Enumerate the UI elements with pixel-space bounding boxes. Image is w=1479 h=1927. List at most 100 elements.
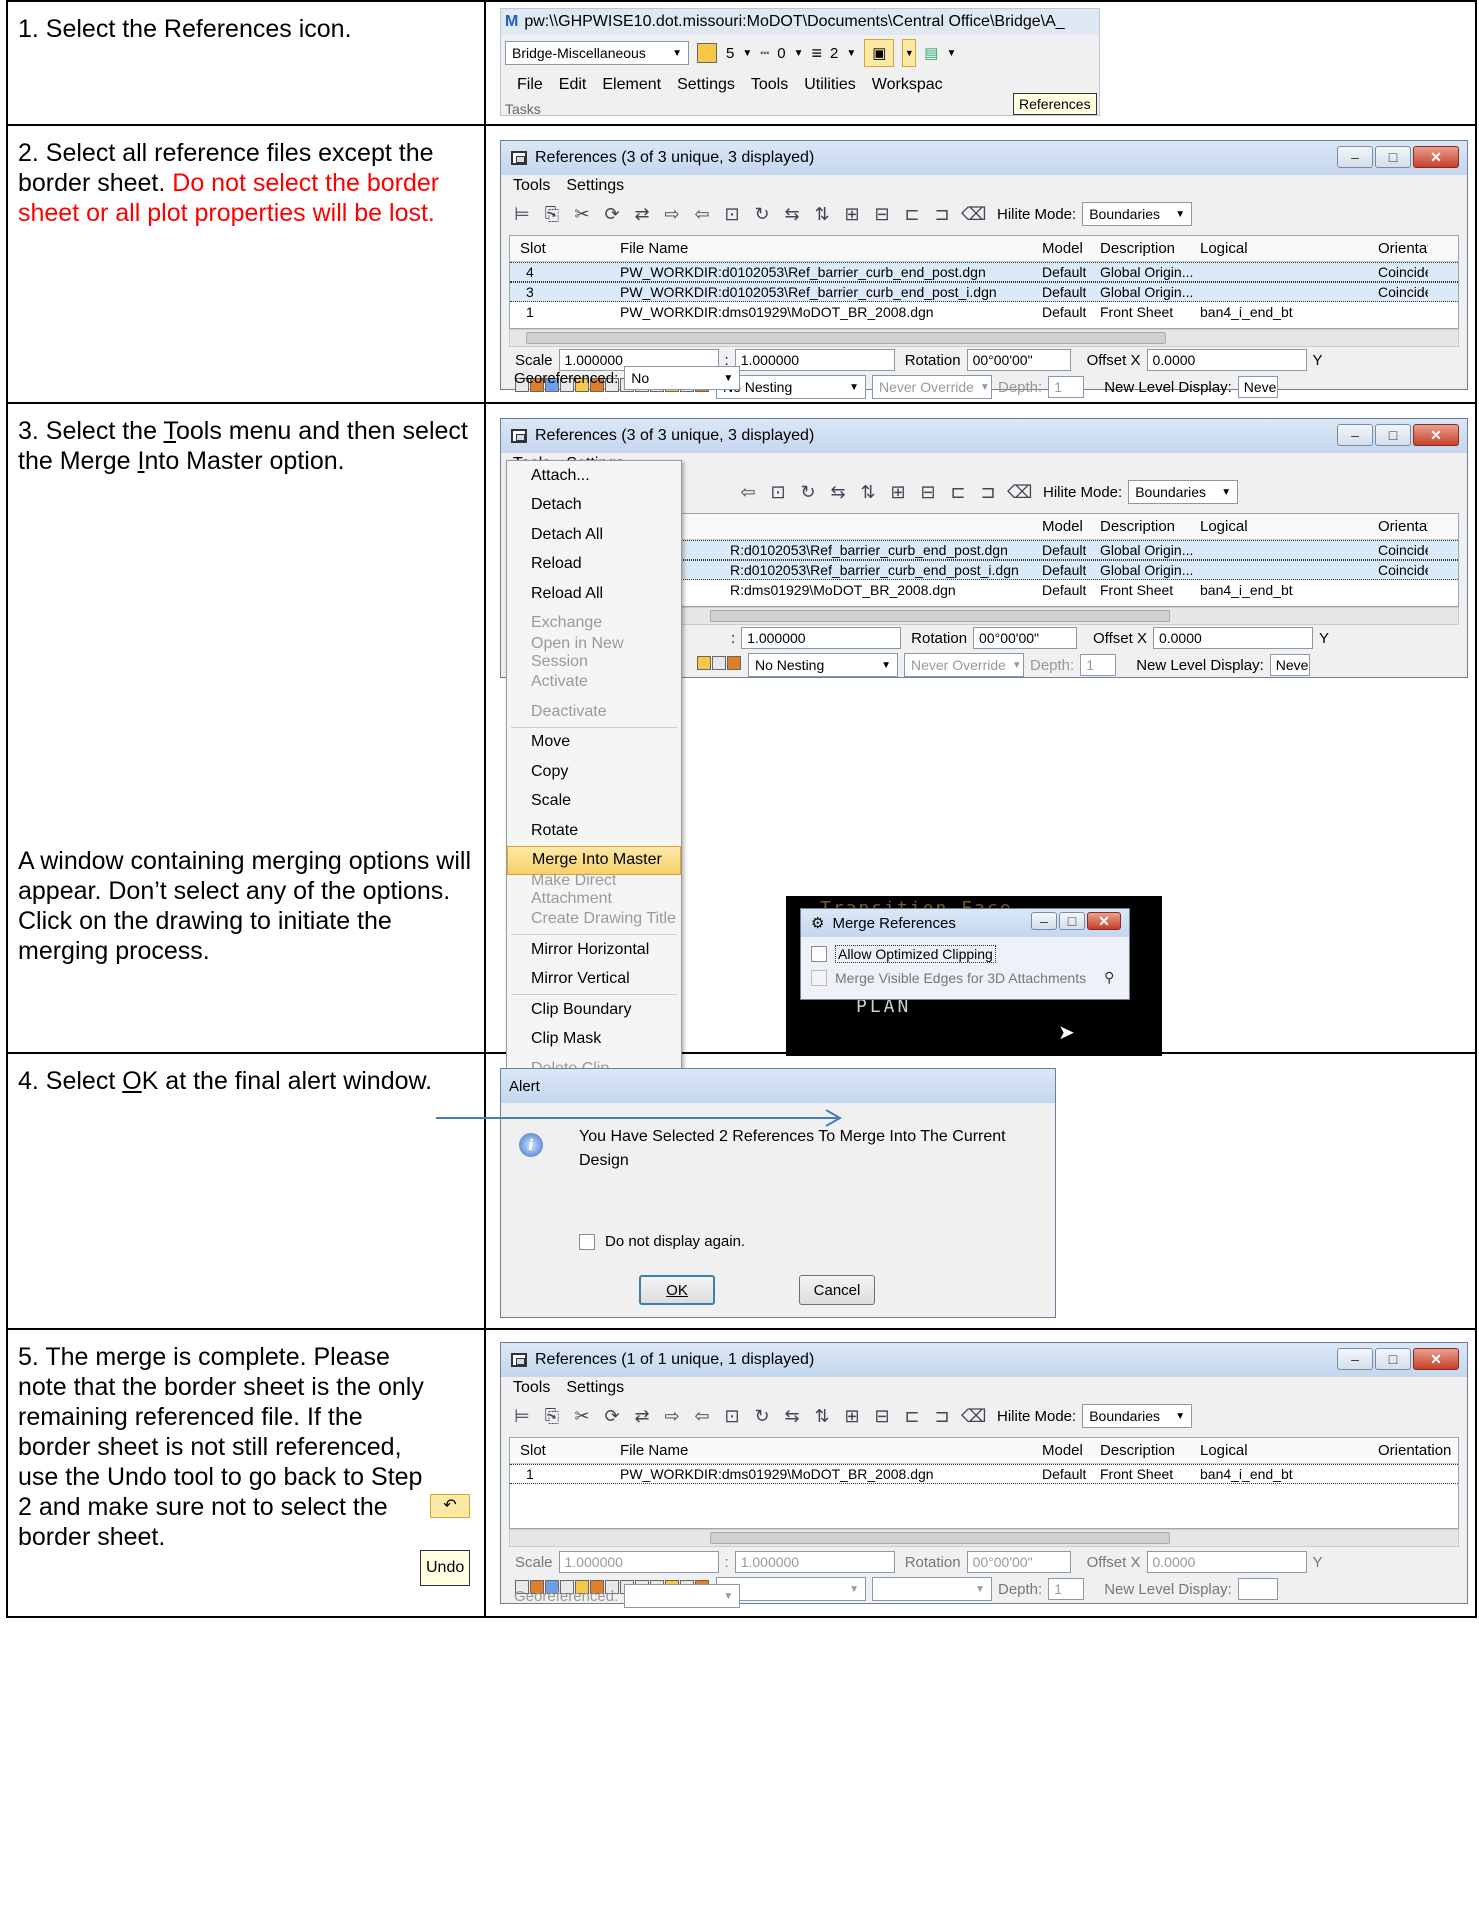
clip-back-icon[interactable]: ⊐	[931, 1405, 953, 1427]
nesting-combo[interactable]: No Nesting ▼	[748, 653, 898, 677]
tree-icon[interactable]: ⊨	[511, 203, 533, 225]
chevron-down-icon[interactable]: ▼	[902, 39, 917, 67]
close-button[interactable]: ✕	[1413, 1348, 1459, 1370]
close-button[interactable]: ✕	[1087, 912, 1121, 930]
table-row[interactable]: 1 PW_WORKDIR:dms01929\MoDOT_BR_2008.dgn …	[510, 1464, 1458, 1484]
mirror-horizontal-icon[interactable]: ⇆	[827, 481, 849, 503]
clip-mask-icon[interactable]: ⊟	[871, 203, 893, 225]
col-orientation[interactable]: Orientat	[1378, 240, 1428, 257]
reload-icon[interactable]: ⟳	[601, 203, 623, 225]
color-swatch-icon[interactable]	[697, 43, 717, 63]
copy-icon[interactable]: ⇦	[691, 1405, 713, 1427]
col-logical[interactable]: Logical	[1200, 1442, 1248, 1459]
menu-item-make-direct-attachment[interactable]: Make Direct Attachment	[507, 872, 681, 907]
move-icon[interactable]: ⇨	[661, 1405, 683, 1427]
drawing-view[interactable]: Transition Face PLAN ➤ ⚙ Merge Reference…	[786, 896, 1162, 1056]
mirror-vertical-icon[interactable]: ⇅	[857, 481, 879, 503]
table-row[interactable]: 4 PW_WORKDIR:d0102053\Ref_barrier_curb_e…	[510, 262, 1458, 282]
menu-item-move[interactable]: Move	[507, 728, 681, 758]
col-slot[interactable]: Slot	[520, 240, 546, 257]
scrollbar-thumb[interactable]	[710, 610, 1170, 622]
menu-item-deactivate[interactable]: Deactivate	[507, 697, 681, 727]
menu-item-detach[interactable]: Detach	[507, 491, 681, 521]
level-combo[interactable]: Bridge-Miscellaneous ▼	[505, 41, 689, 65]
detach-icon[interactable]: ✂	[571, 1405, 593, 1427]
menu-file[interactable]: File	[517, 76, 543, 94]
clip-back-icon[interactable]: ⊐	[977, 481, 999, 503]
depth-field[interactable]: 1	[1048, 376, 1085, 398]
menu-item-create-drawing-title[interactable]: Create Drawing Title	[507, 905, 681, 935]
menu-item-reload[interactable]: Reload	[507, 550, 681, 580]
clip-mask-icon[interactable]: ⊟	[871, 1405, 893, 1427]
scale-field-2[interactable]: 1.000000	[734, 349, 895, 371]
menu-item-rotate[interactable]: Rotate	[507, 816, 681, 846]
rotate-icon[interactable]: ↻	[751, 203, 773, 225]
override-combo[interactable]: Never Override ▼	[872, 375, 992, 399]
col-model[interactable]: Model	[1042, 1442, 1083, 1459]
models-icon[interactable]: ▤	[924, 44, 938, 62]
menu-settings[interactable]: Settings	[566, 1379, 624, 1397]
menu-item-activate[interactable]: Activate	[507, 668, 681, 698]
depth-field[interactable]: 1	[1080, 654, 1117, 676]
table-row[interactable]: 1 PW_WORKDIR:dms01929\MoDOT_BR_2008.dgn …	[510, 302, 1458, 322]
col-orientation[interactable]: Orientat	[1378, 518, 1428, 535]
hilite-combo[interactable]: Boundaries ▼	[1128, 480, 1239, 504]
delete-clip-icon[interactable]: ⌫	[961, 203, 986, 225]
hilite-combo[interactable]: Boundaries ▼	[1082, 202, 1193, 226]
delete-clip-icon[interactable]: ⌫	[961, 1405, 986, 1427]
mirror-horizontal-icon[interactable]: ⇆	[781, 1405, 803, 1427]
rotate-icon[interactable]: ↻	[751, 1405, 773, 1427]
checkbox[interactable]	[579, 1233, 595, 1250]
checkbox[interactable]	[811, 946, 827, 962]
menu-tools[interactable]: Tools	[513, 1379, 550, 1397]
menu-utilities[interactable]: Utilities	[804, 76, 856, 94]
chevron-down-icon[interactable]: ▼	[846, 48, 856, 59]
horizontal-scrollbar[interactable]	[509, 1529, 1459, 1547]
checkbox[interactable]	[811, 969, 827, 986]
col-slot[interactable]: Slot	[520, 1442, 546, 1459]
horizontal-scrollbar[interactable]	[509, 329, 1459, 347]
ok-button[interactable]: OK	[639, 1275, 715, 1305]
col-logical[interactable]: Logical	[1200, 240, 1248, 257]
reload-icon[interactable]: ⟳	[601, 1405, 623, 1427]
menu-item-clip-boundary[interactable]: Clip Boundary	[507, 995, 681, 1025]
copy-icon[interactable]: ⇦	[691, 203, 713, 225]
col-file-name[interactable]: File Name	[620, 240, 688, 257]
col-model[interactable]: Model	[1042, 240, 1083, 257]
menu-item-mirror-vertical[interactable]: Mirror Vertical	[507, 965, 681, 995]
menu-item-exchange[interactable]: Exchange	[507, 609, 681, 639]
scale-icon[interactable]: ⊡	[721, 1405, 743, 1427]
delete-clip-icon[interactable]: ⌫	[1007, 481, 1032, 503]
col-orientation[interactable]: Orientation	[1378, 1442, 1451, 1459]
depth-field[interactable]: 1	[1048, 1578, 1085, 1600]
offset-field[interactable]: 0.0000	[1152, 627, 1313, 649]
move-icon[interactable]: ⇨	[661, 203, 683, 225]
exchange-icon[interactable]: ⇄	[631, 203, 653, 225]
scrollbar-thumb[interactable]	[526, 332, 1166, 344]
col-model[interactable]: Model	[1042, 518, 1083, 535]
exchange-icon[interactable]: ⇄	[631, 1405, 653, 1427]
menu-item-detach-all[interactable]: Detach All	[507, 520, 681, 550]
table-row[interactable]: 3 PW_WORKDIR:d0102053\Ref_barrier_curb_e…	[510, 282, 1458, 302]
clip-boundary-icon[interactable]: ⊞	[841, 203, 863, 225]
clip-front-icon[interactable]: ⊏	[901, 1405, 923, 1427]
cancel-button[interactable]: Cancel	[799, 1275, 875, 1305]
hilite-combo[interactable]: Boundaries ▼	[1082, 1404, 1193, 1428]
clip-front-icon[interactable]: ⊏	[901, 203, 923, 225]
menu-item-copy[interactable]: Copy	[507, 757, 681, 787]
scale-icon[interactable]: ⊡	[721, 203, 743, 225]
maximize-button[interactable]: □	[1059, 912, 1085, 930]
opt-visible-edges[interactable]: Merge Visible Edges for 3D Attachments ⚲	[811, 969, 1114, 986]
clip-boundary-icon[interactable]: ⊞	[887, 481, 909, 503]
maximize-button[interactable]: □	[1375, 1348, 1411, 1370]
opt-optimized-clipping[interactable]: Allow Optimized Clipping	[811, 945, 996, 963]
clip-back-icon[interactable]: ⊐	[931, 203, 953, 225]
maximize-button[interactable]: □	[1375, 146, 1411, 168]
menu-element[interactable]: Element	[602, 76, 661, 94]
menu-item-scale[interactable]: Scale	[507, 787, 681, 817]
mirror-horizontal-icon[interactable]: ⇆	[781, 203, 803, 225]
display-toggles[interactable]	[697, 656, 742, 674]
clip-boundary-icon[interactable]: ⊞	[841, 1405, 863, 1427]
geo-combo[interactable]: ▼	[624, 1584, 741, 1608]
do-not-display-option[interactable]: Do not display again.	[579, 1233, 745, 1250]
